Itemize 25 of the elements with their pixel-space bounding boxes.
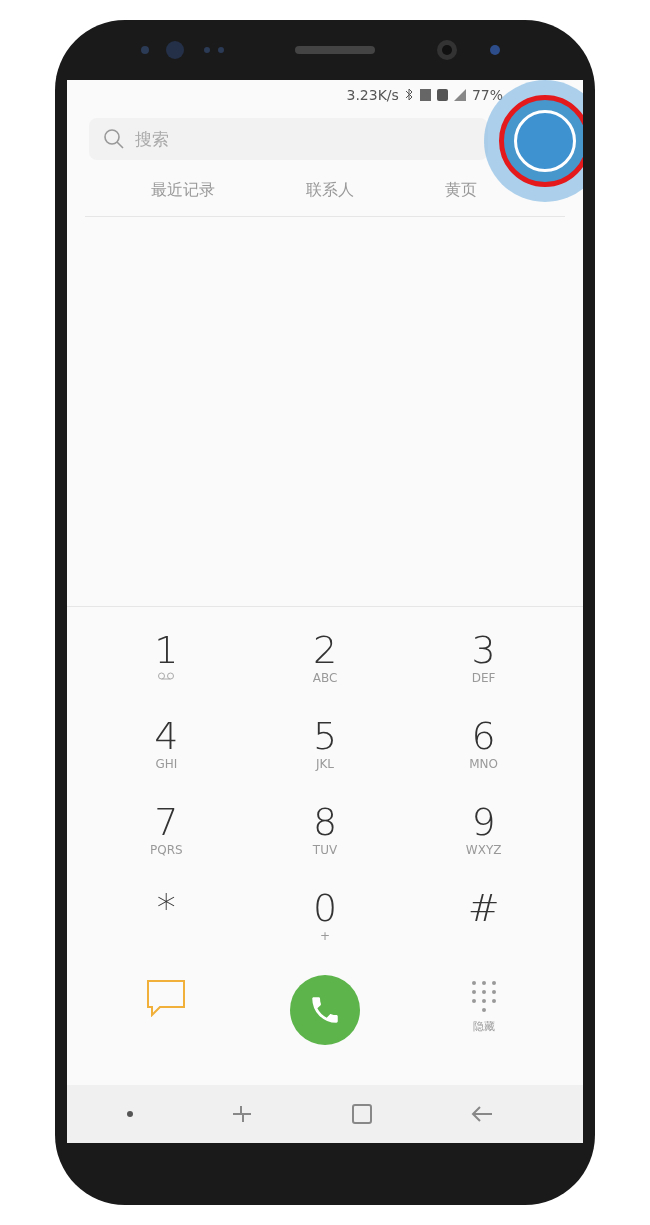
dial-key[interactable]: 4 GHI <box>87 715 246 789</box>
network-speed: 3.23K/s <box>346 87 399 103</box>
battery-level: 77% <box>471 87 503 103</box>
message-icon <box>146 979 187 1017</box>
search-icon <box>103 128 125 150</box>
dot-icon[interactable] <box>125 1110 134 1118</box>
speaker-icon <box>295 46 375 54</box>
back-icon[interactable] <box>470 1104 495 1124</box>
dial-key[interactable]: 1 <box>87 629 246 703</box>
dial-key[interactable]: 0 + <box>245 887 405 961</box>
search-field[interactable]: 搜索 <box>89 118 488 160</box>
home-icon[interactable] <box>350 1103 373 1125</box>
dial-key[interactable]: 8 TUV <box>245 801 405 875</box>
more-button[interactable] <box>514 110 576 172</box>
dial-key[interactable]: 7 PQRS <box>87 801 246 875</box>
dial-key[interactable]: 5 JKL <box>245 715 405 789</box>
dial-key[interactable]: 3 DEF <box>404 629 563 703</box>
dial-key[interactable]: 9 WXYZ <box>404 801 563 875</box>
voicemail-icon <box>157 671 176 681</box>
dial-key[interactable]: * <box>87 887 246 961</box>
signal-icon <box>453 89 466 101</box>
dial-key[interactable]: 2 ABC <box>245 629 405 703</box>
bluetooth-icon <box>404 88 414 102</box>
dial-key[interactable]: # <box>404 887 563 961</box>
dial-key[interactable]: 6 MNO <box>404 715 563 789</box>
